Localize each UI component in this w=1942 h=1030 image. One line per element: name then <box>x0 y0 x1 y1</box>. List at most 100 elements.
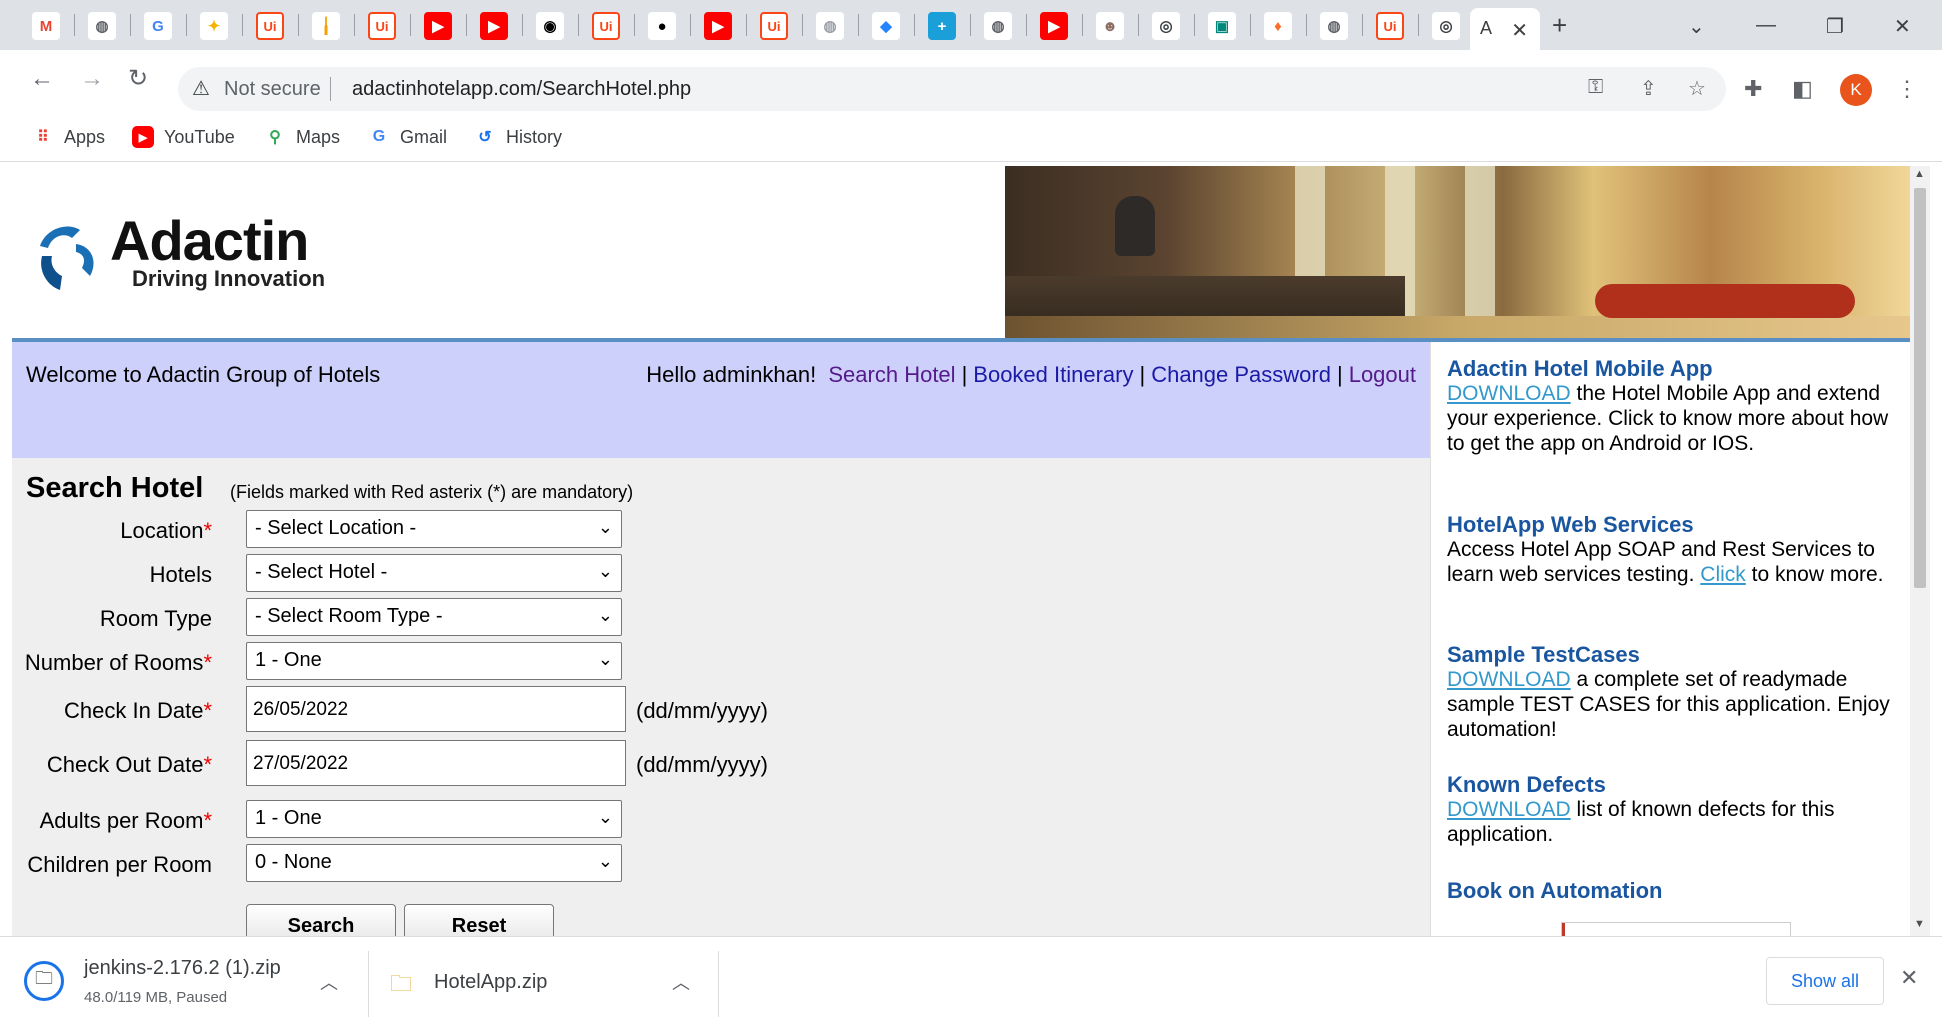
scroll-up-icon[interactable]: ▲ <box>1914 168 1925 180</box>
active-tab-label: A <box>1480 18 1493 38</box>
bookmark-youtube[interactable]: ▶ YouTube <box>132 126 235 148</box>
extensions-icon[interactable]: ✚ <box>1744 76 1762 102</box>
change-password-link[interactable]: Change Password <box>1151 362 1331 387</box>
uipath-icon[interactable]: Ui <box>592 12 620 40</box>
robot-icon[interactable]: ◉ <box>536 12 564 40</box>
rooms-label: Number of Rooms* <box>24 650 212 675</box>
hotels-select[interactable]: - Select Hotel - ⌄ <box>246 554 622 592</box>
vertical-scrollbar[interactable]: ▲ ▼ <box>1910 166 1930 936</box>
uipath-icon[interactable]: Ui <box>368 12 396 40</box>
chrome-icon[interactable]: ◎ <box>1432 12 1460 40</box>
address-bar[interactable]: ⚠ Not secure adactinhotelapp.com/SearchH… <box>178 67 1726 111</box>
chevron-up-icon[interactable]: ︿ <box>672 969 690 995</box>
tab-separator <box>466 14 467 36</box>
active-tab[interactable]: A ✕ <box>1470 8 1540 50</box>
google-icon[interactable]: G <box>144 12 172 40</box>
adults-select[interactable]: 1 - One ⌄ <box>246 800 622 838</box>
location-row: Location* - Select Location - ⌄ <box>12 510 912 550</box>
chevron-up-icon[interactable]: ︿ <box>320 969 338 995</box>
close-tab-icon[interactable]: ✕ <box>1511 18 1528 43</box>
adactin-logo[interactable]: Adactin Driving Innovation <box>32 208 372 298</box>
url-text[interactable]: adactinhotelapp.com/SearchHotel.php <box>352 78 691 101</box>
jira-icon[interactable]: ◆ <box>872 12 900 40</box>
book-cover-image[interactable] <box>1561 922 1791 936</box>
plus-app-icon[interactable]: + <box>928 12 956 40</box>
globe-icon[interactable]: ◍ <box>88 12 116 40</box>
youtube-icon[interactable]: ▶ <box>1040 12 1068 40</box>
security-label[interactable]: Not secure <box>224 78 321 101</box>
tab-separator <box>1138 14 1139 36</box>
chrome-icon[interactable]: ◎ <box>1152 12 1180 40</box>
globe-icon[interactable]: ◍ <box>1320 12 1348 40</box>
download-filename: jenkins-2.176.2 (1).zip <box>84 957 281 979</box>
form-buttons: Search Reset <box>12 904 912 936</box>
minimize-window-icon[interactable]: — <box>1756 14 1776 37</box>
globe-icon[interactable]: ◍ <box>816 12 844 40</box>
close-window-icon[interactable]: ✕ <box>1894 14 1911 39</box>
adults-label: Adults per Room* <box>39 808 212 833</box>
show-all-downloads-button[interactable]: Show all <box>1766 957 1884 1005</box>
page-title: Search Hotel <box>26 472 204 504</box>
youtube-icon[interactable]: ▶ <box>424 12 452 40</box>
bookmark-apps[interactable]: ⠿ Apps <box>32 126 105 148</box>
date-format-hint: (dd/mm/yyyy) <box>636 698 768 723</box>
gmail-icon[interactable]: M <box>32 12 60 40</box>
search-hotel-link[interactable]: Search Hotel <box>828 362 955 387</box>
bookmark-star-icon[interactable]: ☆ <box>1688 76 1706 101</box>
known-defects-block: Known Defects DOWNLOAD list of known def… <box>1447 772 1897 847</box>
logout-link[interactable]: Logout <box>1349 362 1416 387</box>
test-cases-download-link[interactable]: DOWNLOAD <box>1447 668 1571 691</box>
search-button[interactable]: Search <box>246 904 396 936</box>
side-panel-icon[interactable]: ◧ <box>1792 76 1813 102</box>
tab-separator <box>1306 14 1307 36</box>
rooms-select[interactable]: 1 - One ⌄ <box>246 642 622 680</box>
mobile-download-link[interactable]: DOWNLOAD <box>1447 382 1571 405</box>
uipath-icon[interactable]: Ui <box>256 12 284 40</box>
bookmark-maps[interactable]: ⚲ Maps <box>264 126 340 148</box>
github-icon[interactable]: ● <box>648 12 676 40</box>
close-shelf-icon[interactable]: ✕ <box>1900 965 1918 991</box>
tab-separator <box>746 14 747 36</box>
youtube-icon[interactable]: ▶ <box>704 12 732 40</box>
checkout-date-input[interactable]: 27/05/2022 <box>246 740 626 786</box>
profile-avatar[interactable]: K <box>1840 74 1872 106</box>
reset-button[interactable]: Reset <box>404 904 554 936</box>
location-select[interactable]: - Select Location - ⌄ <box>246 510 622 548</box>
children-select[interactable]: 0 - None ⌄ <box>246 844 622 882</box>
web-services-block: HotelApp Web Services Access Hotel App S… <box>1447 512 1897 587</box>
gitlab-icon[interactable]: ♦ <box>1264 12 1292 40</box>
scroll-down-icon[interactable]: ▼ <box>1914 918 1925 930</box>
location-label: Location* <box>120 518 212 543</box>
download-item[interactable]: 🗀 jenkins-2.176.2 (1).zip 48.0/119 MB, P… <box>0 937 360 1030</box>
youtube-icon[interactable]: ▶ <box>480 12 508 40</box>
checkin-date-input[interactable]: 26/05/2022 <box>246 686 626 732</box>
back-icon[interactable]: ← <box>30 65 54 93</box>
book-block: Book on Automation <box>1447 878 1897 903</box>
booked-itinerary-link[interactable]: Booked Itinerary <box>973 362 1133 387</box>
reload-icon[interactable]: ↻ <box>128 65 148 93</box>
known-defects-download-link[interactable]: DOWNLOAD <box>1447 798 1571 821</box>
room-type-select[interactable]: - Select Room Type - ⌄ <box>246 598 622 636</box>
tab-search-chevron-icon[interactable]: ⌄ <box>1688 14 1705 39</box>
restore-window-icon[interactable]: ❐ <box>1826 14 1844 39</box>
key-icon[interactable]: ⚿ <box>1588 76 1603 99</box>
share-icon[interactable]: ⇪ <box>1640 76 1657 101</box>
globe-icon[interactable]: ◍ <box>984 12 1012 40</box>
children-label: Children per Room <box>27 852 212 877</box>
meet-icon[interactable]: ▣ <box>1208 12 1236 40</box>
warning-icon[interactable]: ⚠ <box>192 76 210 101</box>
uipath-icon[interactable]: Ui <box>1376 12 1404 40</box>
apps-grid-icon: ⠿ <box>37 129 49 146</box>
pipes-icon[interactable]: ╽ <box>312 12 340 40</box>
feather-icon[interactable]: ✦ <box>200 12 228 40</box>
menu-kebab-icon[interactable]: ⋮ <box>1896 76 1918 102</box>
download-item[interactable]: 🗀 HotelApp.zip ︿ <box>372 937 718 1030</box>
bookmark-gmail[interactable]: G Gmail <box>368 126 447 148</box>
uipath-icon[interactable]: Ui <box>760 12 788 40</box>
new-tab-button[interactable]: + <box>1552 12 1567 38</box>
scrollbar-thumb[interactable] <box>1914 188 1926 588</box>
forward-icon[interactable]: → <box>80 65 104 93</box>
web-services-click-link[interactable]: Click <box>1700 563 1746 586</box>
avatar-icon[interactable]: ☻ <box>1096 12 1124 40</box>
bookmark-history[interactable]: ↺ History <box>474 126 562 148</box>
